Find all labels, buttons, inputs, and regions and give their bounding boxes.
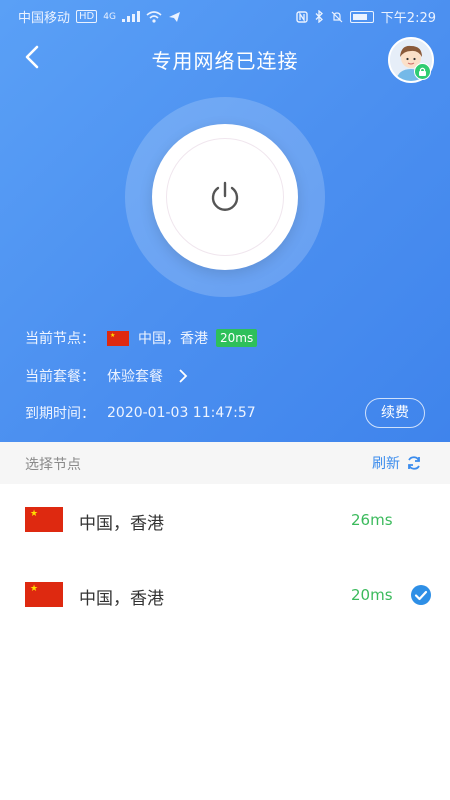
chevron-right-icon: [179, 369, 188, 383]
node-list-header: 选择节点 刷新: [0, 442, 450, 484]
hd-badge: HD: [76, 10, 98, 23]
refresh-icon: [408, 456, 420, 470]
current-plan-label: 当前套餐：: [25, 369, 95, 385]
node-latency: 20ms: [351, 586, 393, 604]
node-latency: 26ms: [351, 511, 393, 529]
node-list-title: 选择节点: [25, 457, 81, 473]
wifi-icon: [146, 10, 162, 23]
node-name: 中国，香港: [79, 589, 164, 609]
node-row-selected[interactable]: ★ 中国，香港 20ms: [0, 558, 450, 632]
renew-button[interactable]: 续费: [365, 398, 425, 428]
node-row[interactable]: ★ 中国，香港 26ms: [0, 484, 450, 558]
current-node-value: 中国，香港: [138, 331, 208, 347]
current-plan-row[interactable]: 当前套餐： 体验套餐: [25, 366, 189, 386]
node-name: 中国，香港: [79, 514, 164, 534]
power-toggle-button[interactable]: [152, 124, 298, 270]
lock-icon: [414, 63, 431, 80]
carrier-name: 中国移动: [18, 11, 71, 26]
nfc-icon: [296, 10, 308, 23]
status-right: 下午2:29: [296, 7, 436, 26]
bluetooth-icon: [315, 10, 323, 23]
refresh-label: 刷新: [372, 456, 400, 472]
expiry-value: 2020-01-03 11:47:57: [107, 405, 256, 421]
battery-icon: [349, 10, 374, 23]
current-latency-badge: 20ms: [216, 329, 258, 347]
china-flag-icon: ★: [107, 330, 129, 346]
china-flag-icon: ★: [25, 582, 63, 607]
mute-icon: [331, 11, 343, 22]
china-flag-icon: ★: [25, 507, 63, 532]
refresh-button[interactable]: 刷新: [372, 453, 422, 473]
clock: 下午2:29: [380, 11, 436, 26]
network-type: 4G: [103, 11, 116, 22]
signal-icon: [121, 11, 140, 22]
status-bar: 中国移动 HD 4G 下午2:29: [0, 0, 450, 30]
current-node-row: 当前节点： ★ 中国，香港 20ms: [25, 328, 258, 348]
expiry-label: 到期时间：: [25, 406, 95, 422]
expiry-row: 到期时间： 2020-01-03 11:47:57: [25, 403, 256, 423]
checkmark-icon: [411, 585, 431, 605]
page-title: 专用网络已连接: [151, 49, 299, 73]
connection-header-panel: 中国移动 HD 4G 下午2:29 专用网络已连接 当前节点： ★ 中国，香港 …: [0, 0, 450, 442]
status-left: 中国移动 HD 4G: [18, 7, 181, 26]
send-icon: [168, 11, 180, 22]
current-node-label: 当前节点：: [25, 331, 95, 347]
current-plan-value: 体验套餐: [107, 369, 163, 385]
power-icon: [211, 181, 239, 211]
